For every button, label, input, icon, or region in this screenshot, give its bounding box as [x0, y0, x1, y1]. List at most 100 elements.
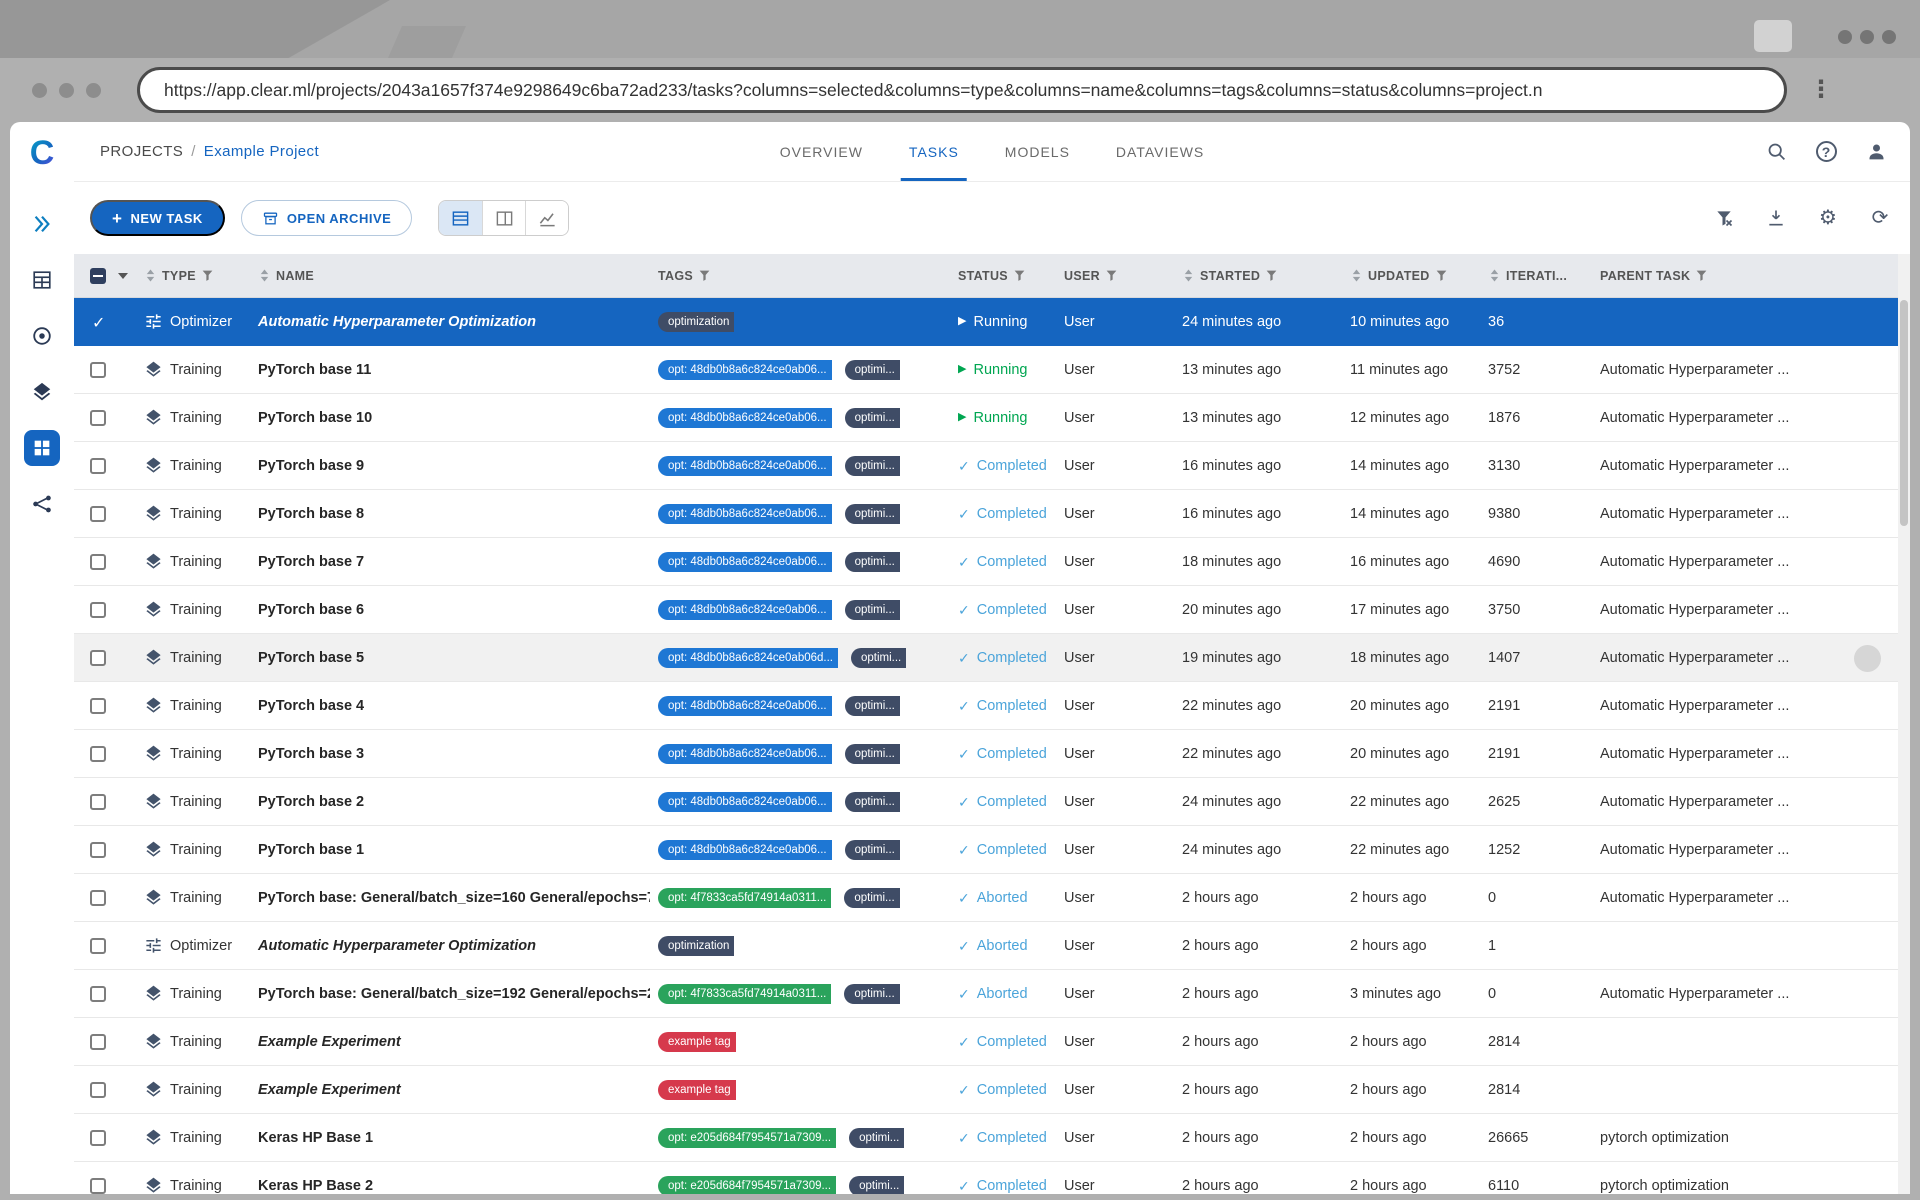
- training-type-icon: [144, 1032, 163, 1051]
- training-type-icon: [144, 792, 163, 811]
- row-checkbox[interactable]: [90, 314, 106, 330]
- task-status-label: Running: [973, 313, 1028, 330]
- scrollbar-thumb[interactable]: [1900, 300, 1908, 526]
- breadcrumb-projects[interactable]: PROJECTS: [100, 143, 183, 160]
- filter-icon[interactable]: [1265, 269, 1278, 282]
- browser-buttons[interactable]: [32, 82, 101, 98]
- row-checkbox[interactable]: [90, 841, 106, 858]
- profile-icon[interactable]: [1864, 140, 1888, 164]
- row-checkbox[interactable]: [90, 745, 106, 762]
- table-row[interactable]: Training PyTorch base 9 opt: 48db0b8a6c8…: [74, 442, 1910, 490]
- column-header[interactable]: STATUS: [950, 269, 1056, 283]
- browser-menu-icon[interactable]: ⋮: [1809, 78, 1833, 102]
- clear-filters-icon[interactable]: [1712, 206, 1736, 230]
- row-checkbox[interactable]: [90, 1129, 106, 1146]
- address-bar[interactable]: https://app.clear.ml/projects/2043a1657f…: [137, 67, 1787, 113]
- table-row[interactable]: Training Keras HP Base 1 opt: e205d684f7…: [74, 1114, 1910, 1162]
- column-header[interactable]: NAME: [250, 268, 650, 283]
- split-view-button[interactable]: [482, 201, 526, 235]
- row-checkbox[interactable]: [90, 1033, 106, 1050]
- refresh-icon[interactable]: ⟳: [1868, 206, 1892, 230]
- task-status-label: Aborted: [976, 985, 1028, 1002]
- sort-icon[interactable]: [144, 268, 157, 283]
- table-row[interactable]: Training PyTorch base 6 opt: 48db0b8a6c8…: [74, 586, 1910, 634]
- select-all-checkbox[interactable]: [90, 267, 106, 284]
- table-row[interactable]: Training PyTorch base 4 opt: 48db0b8a6c8…: [74, 682, 1910, 730]
- row-checkbox[interactable]: [90, 937, 106, 954]
- row-checkbox[interactable]: [90, 985, 106, 1002]
- row-checkbox[interactable]: [90, 505, 106, 522]
- table-row[interactable]: Training PyTorch base: General/batch_siz…: [74, 970, 1910, 1018]
- row-checkbox[interactable]: [90, 553, 106, 570]
- sort-icon[interactable]: [1350, 268, 1363, 283]
- column-header[interactable]: USER: [1056, 269, 1174, 283]
- table-row[interactable]: Training PyTorch base 7 opt: 48db0b8a6c8…: [74, 538, 1910, 586]
- filter-icon[interactable]: [698, 269, 711, 282]
- nav-item-pipelines[interactable]: [24, 318, 60, 354]
- table-row[interactable]: Training Keras HP Base 2 opt: e205d684f7…: [74, 1162, 1910, 1194]
- sort-icon[interactable]: [258, 268, 271, 283]
- column-header[interactable]: UPDATED: [1342, 268, 1480, 283]
- filter-icon[interactable]: [1013, 269, 1026, 282]
- row-checkbox[interactable]: [90, 409, 106, 426]
- filter-icon[interactable]: [1695, 269, 1708, 282]
- chart-view-button[interactable]: [525, 201, 569, 235]
- sort-icon[interactable]: [1182, 268, 1195, 283]
- new-task-button[interactable]: + NEW TASK: [90, 200, 225, 236]
- filter-icon[interactable]: [1105, 269, 1118, 282]
- row-checkbox[interactable]: [90, 457, 106, 474]
- search-icon[interactable]: [1764, 140, 1788, 164]
- column-header[interactable]: TYPE: [138, 268, 250, 283]
- table-row[interactable]: Optimizer Automatic Hyperparameter Optim…: [74, 298, 1910, 346]
- tab-tasks[interactable]: TASKS: [900, 122, 967, 181]
- nav-item-datasets[interactable]: [24, 374, 60, 410]
- table-row[interactable]: Training PyTorch base 10 opt: 48db0b8a6c…: [74, 394, 1910, 442]
- download-icon[interactable]: [1764, 206, 1788, 230]
- table-row[interactable]: Training Example Experiment example tag …: [74, 1018, 1910, 1066]
- floating-button[interactable]: [1854, 645, 1881, 672]
- nav-item-projects[interactable]: [24, 262, 60, 298]
- table-row[interactable]: Training Example Experiment example tag …: [74, 1066, 1910, 1114]
- column-header[interactable]: ITERATI...: [1480, 268, 1592, 283]
- row-checkbox[interactable]: [90, 361, 106, 378]
- window-control[interactable]: [1754, 20, 1792, 52]
- nav-item-experiments-active[interactable]: [24, 430, 60, 466]
- breadcrumb-current-project[interactable]: Example Project: [204, 143, 319, 160]
- table-row[interactable]: Optimizer Automatic Hyperparameter Optim…: [74, 922, 1910, 970]
- tag: optimization: [658, 935, 735, 956]
- column-header[interactable]: STARTED: [1174, 268, 1342, 283]
- task-tags: opt: 48db0b8a6c824ce0ab06... optimi...: [650, 359, 950, 380]
- vertical-scrollbar[interactable]: [1898, 254, 1910, 1194]
- table-row[interactable]: Training PyTorch base 1 opt: 48db0b8a6c8…: [74, 826, 1910, 874]
- window-control-dots[interactable]: [1838, 30, 1896, 44]
- row-checkbox[interactable]: [90, 1081, 106, 1098]
- row-checkbox[interactable]: [90, 889, 106, 906]
- sort-icon[interactable]: [1488, 268, 1501, 283]
- tab-overview[interactable]: OVERVIEW: [780, 122, 863, 181]
- row-checkbox[interactable]: [90, 649, 106, 666]
- tab-models[interactable]: MODELS: [1005, 122, 1070, 181]
- help-icon[interactable]: ?: [1814, 140, 1838, 164]
- nav-item-workers[interactable]: [24, 486, 60, 522]
- chevron-down-icon[interactable]: [118, 272, 128, 279]
- row-checkbox[interactable]: [90, 697, 106, 714]
- row-checkbox[interactable]: [90, 793, 106, 810]
- settings-icon[interactable]: ⚙: [1816, 206, 1840, 230]
- tab-dataviews[interactable]: DATAVIEWS: [1116, 122, 1204, 181]
- table-row[interactable]: Training PyTorch base 3 opt: 48db0b8a6c8…: [74, 730, 1910, 778]
- nav-item-dashboard[interactable]: [24, 206, 60, 242]
- table-row[interactable]: Training PyTorch base 5 opt: 48db0b8a6c8…: [74, 634, 1910, 682]
- column-header[interactable]: TAGS: [650, 269, 950, 283]
- table-row[interactable]: Training PyTorch base 2 opt: 48db0b8a6c8…: [74, 778, 1910, 826]
- filter-icon[interactable]: [1435, 269, 1448, 282]
- open-archive-button[interactable]: OPEN ARCHIVE: [240, 200, 413, 236]
- table-row[interactable]: Training PyTorch base 8 opt: 48db0b8a6c8…: [74, 490, 1910, 538]
- table-row[interactable]: Training PyTorch base: General/batch_siz…: [74, 874, 1910, 922]
- filter-icon[interactable]: [201, 269, 214, 282]
- row-checkbox[interactable]: [90, 1177, 106, 1194]
- column-header[interactable]: PARENT TASK: [1592, 269, 1910, 283]
- clearml-logo[interactable]: C: [23, 134, 61, 172]
- row-checkbox[interactable]: [90, 601, 106, 618]
- table-row[interactable]: Training PyTorch base 11 opt: 48db0b8a6c…: [74, 346, 1910, 394]
- table-view-button[interactable]: [439, 201, 483, 235]
